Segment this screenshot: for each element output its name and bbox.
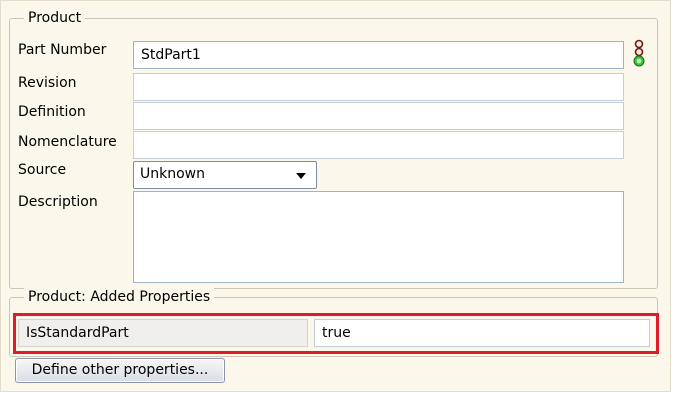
revision-field[interactable] — [133, 73, 624, 101]
source-selected-value: Unknown — [140, 166, 205, 182]
definition-field[interactable] — [133, 102, 624, 130]
source-label: Source — [18, 162, 67, 178]
definition-label: Definition — [18, 104, 86, 120]
added-properties-title: Product: Added Properties — [24, 288, 215, 306]
part-number-field[interactable]: StdPart1 — [133, 41, 624, 69]
product-properties-panel: Product Part Number StdPart1 Revision De… — [0, 0, 671, 392]
part-number-label: Part Number — [18, 42, 107, 58]
description-label: Description — [18, 194, 98, 210]
define-other-properties-button[interactable]: Define other properties... — [15, 358, 225, 383]
nomenclature-label: Nomenclature — [18, 134, 117, 150]
traffic-light-green-icon — [630, 39, 648, 69]
source-dropdown[interactable]: Unknown — [133, 161, 317, 189]
highlight-box — [13, 313, 659, 354]
description-textarea[interactable] — [133, 191, 624, 283]
revision-label: Revision — [18, 75, 77, 91]
chevron-down-icon[interactable] — [296, 173, 306, 179]
nomenclature-field[interactable] — [133, 131, 624, 159]
product-group-title: Product — [24, 9, 86, 27]
